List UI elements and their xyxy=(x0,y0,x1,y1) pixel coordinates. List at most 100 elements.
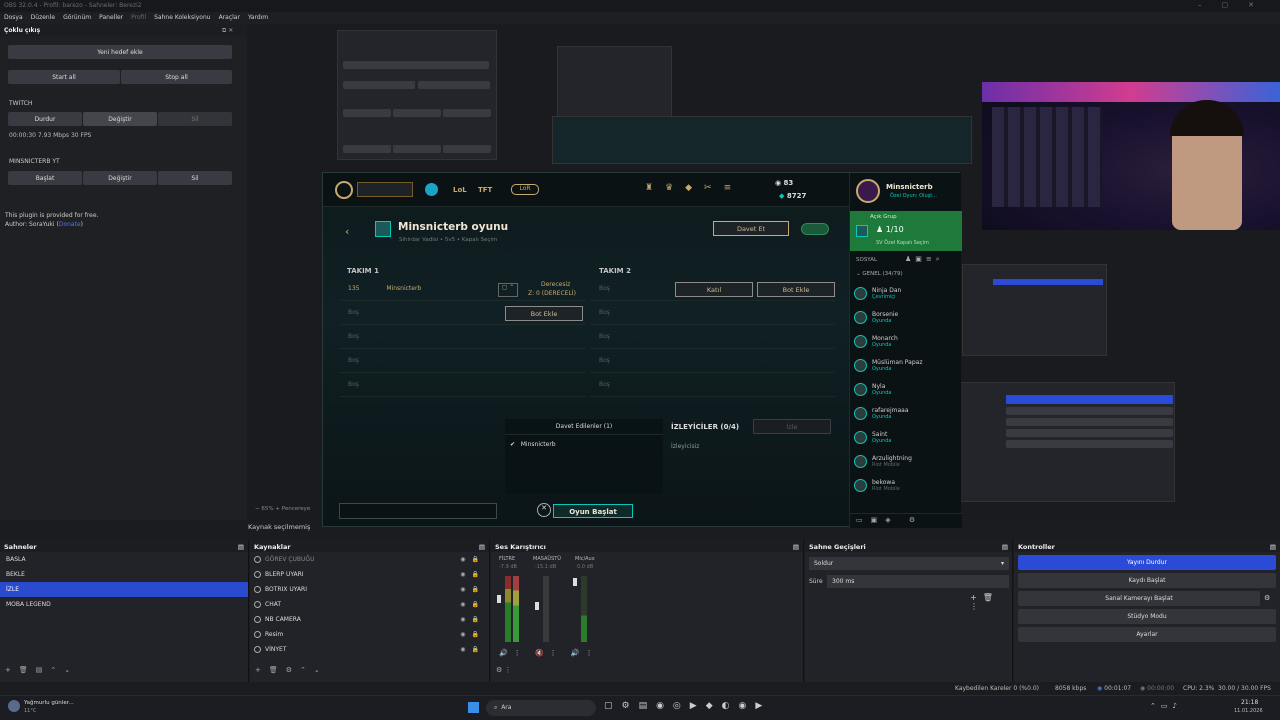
windows-start-icon[interactable] xyxy=(468,702,479,713)
nav-lor[interactable]: LoR xyxy=(511,184,539,195)
visibility-lock-icons[interactable]: ◉🔒 xyxy=(460,646,485,653)
stop-stream-button[interactable]: Yayını Durdur xyxy=(1018,555,1276,570)
dock-menu-icon[interactable]: ▤ xyxy=(479,543,485,551)
youtube-edit-button[interactable]: Değiştir xyxy=(83,171,157,185)
dock-menu-icon[interactable]: ▤ xyxy=(793,543,799,551)
team1-bot-add-button[interactable]: Bot Ekle xyxy=(505,306,583,321)
twitch-stop-button[interactable]: Durdur xyxy=(8,112,82,126)
source-item[interactable]: VİNYET ◉🔒 xyxy=(250,642,489,657)
virtual-camera-button[interactable]: Sanal Kamerayı Başlat xyxy=(1018,591,1260,606)
nav-lol[interactable]: LoL xyxy=(453,186,467,194)
friend-row[interactable]: Ninja Dan Çevrimiçi xyxy=(850,281,962,305)
general-group-label[interactable]: ⌄ GENEL (34/79) xyxy=(856,271,903,277)
preview-zoom[interactable]: − 65% + Pencereye xyxy=(255,506,310,512)
start-all-button[interactable]: Start all xyxy=(8,70,120,84)
menu-edit[interactable]: Düzenle xyxy=(31,14,55,22)
dock-float-close-icons[interactable]: ⧉ ✕ xyxy=(222,27,233,35)
tray-icons[interactable]: ⌃▭♪ xyxy=(1150,702,1182,710)
rp-value: 83 xyxy=(783,179,794,187)
play-button[interactable] xyxy=(357,182,413,197)
youtube-start-button[interactable]: Başlat xyxy=(8,171,82,185)
menu-tools[interactable]: Araçlar xyxy=(219,14,240,22)
visibility-lock-icons[interactable]: ◉🔒 xyxy=(460,586,485,593)
mixer-toolbar[interactable]: ⚙ ⋮ xyxy=(496,666,512,674)
team2-bot-add-button[interactable]: Bot Ekle xyxy=(757,282,835,297)
settings-button[interactable]: Ayarlar xyxy=(1018,627,1276,642)
taskbar-apps[interactable]: ▢⚙▤◉◎▶◆◐◉▶ xyxy=(604,701,771,711)
friend-row[interactable]: Monarch Oyunda xyxy=(850,329,962,353)
visibility-lock-icons[interactable]: ◉🔒 xyxy=(460,556,485,563)
start-game-button[interactable]: Oyun Başlat xyxy=(553,504,633,518)
studio-mode-button[interactable]: Stüdyo Modu xyxy=(1018,609,1276,624)
visibility-lock-icons[interactable]: ◉🔒 xyxy=(460,601,485,608)
chat-input[interactable] xyxy=(339,503,497,519)
invite-button[interactable]: Davet Et xyxy=(713,221,789,236)
window-controls[interactable]: –▢✕ xyxy=(1198,1,1274,9)
menu-file[interactable]: Dosya xyxy=(4,14,23,22)
volume-slider[interactable] xyxy=(573,578,577,586)
source-item[interactable]: BLERP UYARI ◉🔒 xyxy=(250,567,489,582)
twitch-edit-button[interactable]: Değiştir xyxy=(83,112,157,126)
taskbar-search[interactable]: ⌕ Ara xyxy=(486,700,596,716)
nav-tft[interactable]: TFT xyxy=(478,186,492,194)
source-item[interactable]: GÖREV ÇUBUĞU ◉🔒 xyxy=(250,552,489,567)
youtube-delete-button[interactable]: Sil xyxy=(158,171,232,185)
open-group-card[interactable]: Açık Grup ♟ 1/10 SV Özel Kapalı Seçim xyxy=(850,211,962,251)
menu-docks[interactable]: Paneller xyxy=(99,14,123,22)
dock-menu-icon[interactable]: ▤ xyxy=(238,543,244,551)
friend-row[interactable]: Müslüman Papaz Oyunda xyxy=(850,353,962,377)
stop-all-button[interactable]: Stop all xyxy=(121,70,232,84)
gear-icon[interactable]: ⚙ xyxy=(1264,594,1270,602)
dock-menu-icon[interactable]: ▤ xyxy=(1002,543,1008,551)
menu-profile[interactable]: Profil xyxy=(131,14,146,22)
source-item[interactable]: BOTRIX UYARI ◉🔒 xyxy=(250,582,489,597)
scene-item[interactable]: MOBA LEGEND xyxy=(0,597,248,612)
duration-input[interactable]: 300 ms xyxy=(827,575,1009,588)
nav-icons[interactable]: ♜♛◆✂≡ xyxy=(645,183,743,193)
source-toolbar[interactable]: +🗑⚙⌃⌄ xyxy=(255,666,328,674)
source-item[interactable]: NB CAMERA ◉🔒 xyxy=(250,612,489,627)
profile-avatar[interactable] xyxy=(856,179,880,203)
friend-row[interactable]: Borsenie Oyunda xyxy=(850,305,962,329)
source-item[interactable]: CHAT ◉🔒 xyxy=(250,597,489,612)
twitch-delete-button[interactable]: Sil xyxy=(158,112,232,126)
friend-row[interactable]: Nyla Oyunda xyxy=(850,377,962,401)
scene-item-selected[interactable]: İZLE xyxy=(0,582,248,597)
back-arrow-icon[interactable]: ‹ xyxy=(345,225,349,238)
volume-slider[interactable] xyxy=(497,595,501,603)
volume-slider[interactable] xyxy=(535,602,539,610)
start-recording-button[interactable]: Kaydı Başlat xyxy=(1018,573,1276,588)
weather-icon[interactable] xyxy=(8,700,20,712)
scene-item[interactable]: BASLA xyxy=(0,552,248,567)
team2-slot: Boş xyxy=(591,349,835,373)
cancel-icon[interactable]: ✕ xyxy=(537,503,551,517)
league-logo-icon[interactable] xyxy=(335,181,353,199)
friend-row[interactable]: rafarejmaaa Oyunda xyxy=(850,401,962,425)
scene-toolbar[interactable]: +🗑▤⌃⌄ xyxy=(5,666,78,674)
menu-view[interactable]: Görünüm xyxy=(63,14,91,22)
watch-button[interactable]: İzle xyxy=(753,419,831,434)
friend-row[interactable]: Arzulightning Riot Mobile xyxy=(850,449,962,473)
social-footer-icons[interactable]: ▭▣◈ ⚙ xyxy=(850,513,962,528)
menu-scene-collection[interactable]: Sahne Koleksiyonu xyxy=(154,14,210,22)
friend-row[interactable]: Saint Oyunda xyxy=(850,425,962,449)
visibility-lock-icons[interactable]: ◉🔒 xyxy=(460,571,485,578)
join-team2-button[interactable]: Katıl xyxy=(675,282,753,297)
position-select[interactable]: ▢ ⌃ xyxy=(498,283,518,297)
menu-help[interactable]: Yardım xyxy=(248,14,268,22)
donate-link[interactable]: Donate xyxy=(59,221,81,228)
visibility-lock-icons[interactable]: ◉🔒 xyxy=(460,631,485,638)
transition-select[interactable]: Soldur ▾ xyxy=(809,557,1009,570)
scene-item[interactable]: BEKLE xyxy=(0,567,248,582)
visibility-lock-icons[interactable]: ◉🔒 xyxy=(460,616,485,623)
home-icon[interactable] xyxy=(425,183,438,196)
transition-actions[interactable]: +🗑⋮ xyxy=(970,593,1012,611)
friend-row[interactable]: bekowa Riot Mobile xyxy=(850,473,962,497)
dock-menu-icon[interactable]: ▤ xyxy=(1270,543,1276,551)
add-target-button[interactable]: Yeni hedef ekle xyxy=(8,45,232,59)
group-toggle[interactable] xyxy=(801,223,829,235)
source-item[interactable]: Resim ◉🔒 xyxy=(250,627,489,642)
mute-menu-icons[interactable]: 🔊⋮ 🔇⋮ 🔊⋮ xyxy=(499,649,599,657)
team2-slot: Boş xyxy=(591,325,835,349)
social-action-icons[interactable]: ♟▣≡⌕ xyxy=(905,255,944,264)
